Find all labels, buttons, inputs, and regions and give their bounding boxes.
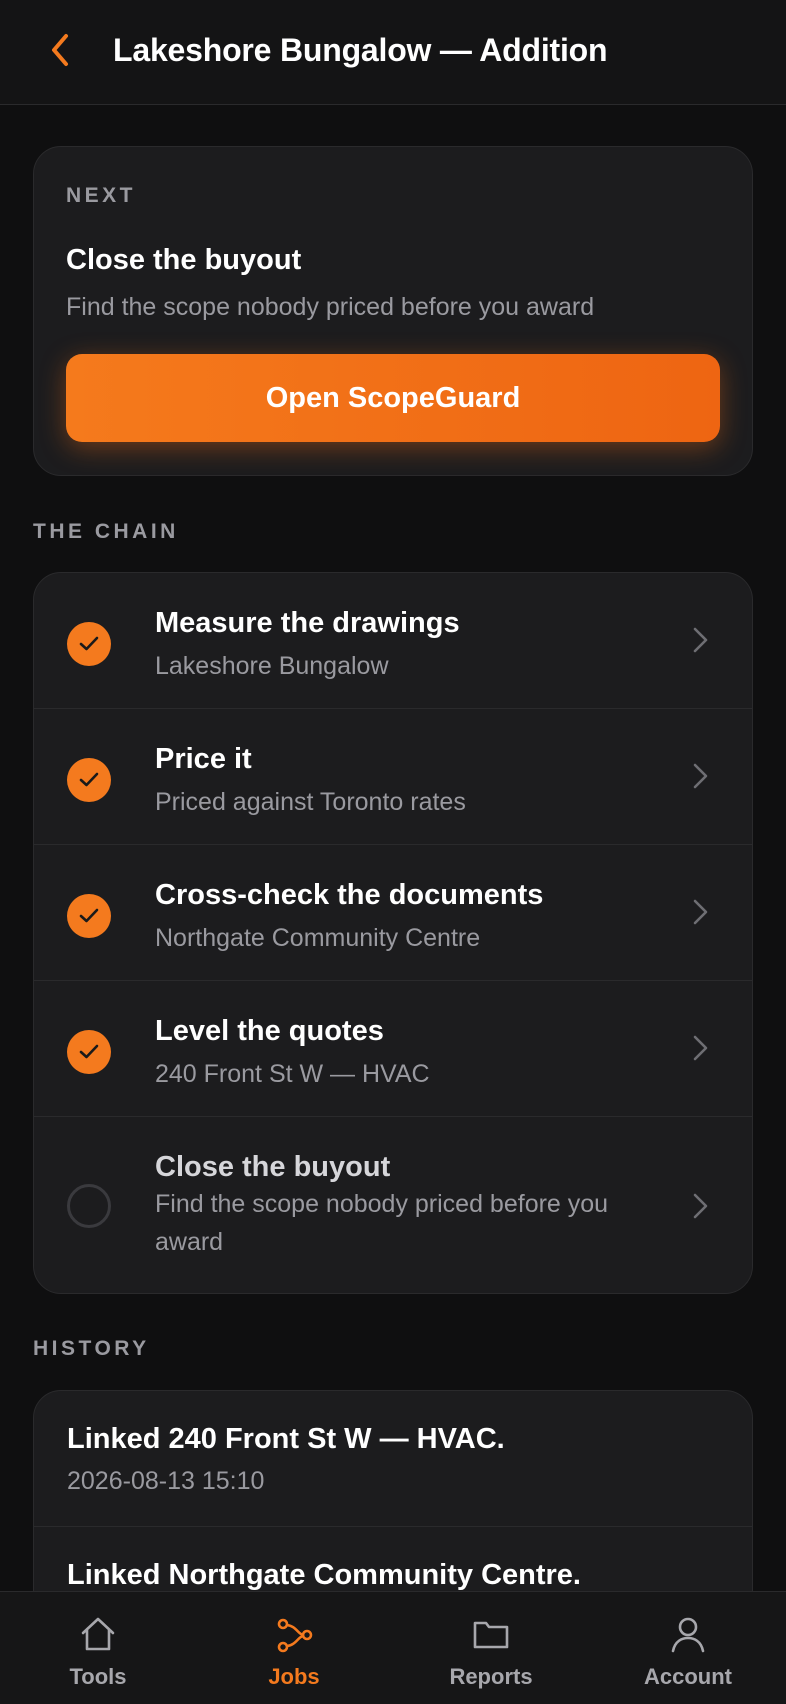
bottom-tab-bar: Tools Jobs Reports Account: [0, 1591, 786, 1704]
top-app-bar: Lakeshore Bungalow — Addition: [0, 0, 786, 105]
chain-step-cross-check[interactable]: Cross-check the documents Northgate Comm…: [34, 845, 752, 981]
chain-step-measure[interactable]: Measure the drawings Lakeshore Bungalow: [34, 573, 752, 709]
folder-icon: [473, 1621, 509, 1649]
job-detail-screen: Lakeshore Bungalow — Addition NEXT Close…: [0, 0, 786, 1704]
step-subtitle: Find the scope nobody priced before you …: [155, 1190, 609, 1256]
chain-section-label: THE CHAIN: [33, 520, 179, 543]
completed-check-icon: [67, 758, 111, 802]
history-item-title: Linked Northgate Community Centre.: [67, 1559, 581, 1591]
person-icon: [671, 1617, 705, 1653]
step-title: Cross-check the documents: [155, 879, 544, 911]
history-section-label: HISTORY: [33, 1337, 150, 1360]
tab-label: Account: [644, 1664, 732, 1689]
page-title: Lakeshore Bungalow — Addition: [113, 32, 608, 68]
completed-check-icon: [67, 622, 111, 666]
chain-step-level-quotes[interactable]: Level the quotes 240 Front St W — HVAC: [34, 981, 752, 1117]
next-step-subtitle: Find the scope nobody priced before you …: [66, 293, 595, 321]
tab-account[interactable]: Account: [590, 1592, 786, 1704]
step-subtitle: Lakeshore Bungalow: [155, 652, 389, 680]
next-step-title: Close the buyout: [66, 244, 302, 276]
step-title: Level the quotes: [155, 1015, 384, 1047]
chevron-right-icon: [693, 1035, 708, 1061]
chevron-right-icon: [693, 763, 708, 789]
step-title: Price it: [155, 743, 252, 775]
chevron-left-icon: [52, 34, 68, 66]
chain-step-price[interactable]: Price it Priced against Toronto rates: [34, 709, 752, 845]
step-title: Measure the drawings: [155, 607, 460, 639]
tab-tools[interactable]: Tools: [0, 1592, 196, 1704]
history-item-timestamp: 2026-08-13 15:10: [67, 1467, 265, 1495]
back-button[interactable]: [40, 28, 80, 72]
step-subtitle: Northgate Community Centre: [155, 924, 481, 952]
chevron-right-icon: [693, 899, 708, 925]
incomplete-circle-icon: [67, 1184, 111, 1228]
history-item-title: Linked 240 Front St W — HVAC.: [67, 1423, 505, 1455]
chain-list: Measure the drawings Lakeshore Bungalow …: [33, 572, 753, 1294]
chevron-right-icon: [693, 1193, 708, 1219]
next-eyebrow: NEXT: [66, 184, 137, 207]
open-scopeguard-button[interactable]: Open ScopeGuard: [66, 354, 720, 442]
home-icon: [81, 1617, 115, 1651]
history-item: Linked 240 Front St W — HVAC. 2026-08-13…: [34, 1391, 752, 1527]
completed-check-icon: [67, 894, 111, 938]
completed-check-icon: [67, 1030, 111, 1074]
tab-jobs[interactable]: Jobs: [196, 1592, 392, 1704]
step-subtitle: Priced against Toronto rates: [155, 788, 466, 816]
step-title: Close the buyout: [155, 1151, 391, 1183]
tab-reports[interactable]: Reports: [393, 1592, 589, 1704]
tab-label: Tools: [69, 1664, 127, 1689]
chain-step-close-buyout[interactable]: Close the buyout Find the scope nobody p…: [34, 1117, 752, 1293]
chevron-right-icon: [693, 627, 708, 653]
chain-nodes-icon: [277, 1618, 313, 1653]
step-subtitle: 240 Front St W — HVAC: [155, 1060, 430, 1088]
tab-label: Reports: [449, 1664, 533, 1689]
tab-label: Jobs: [268, 1664, 320, 1689]
